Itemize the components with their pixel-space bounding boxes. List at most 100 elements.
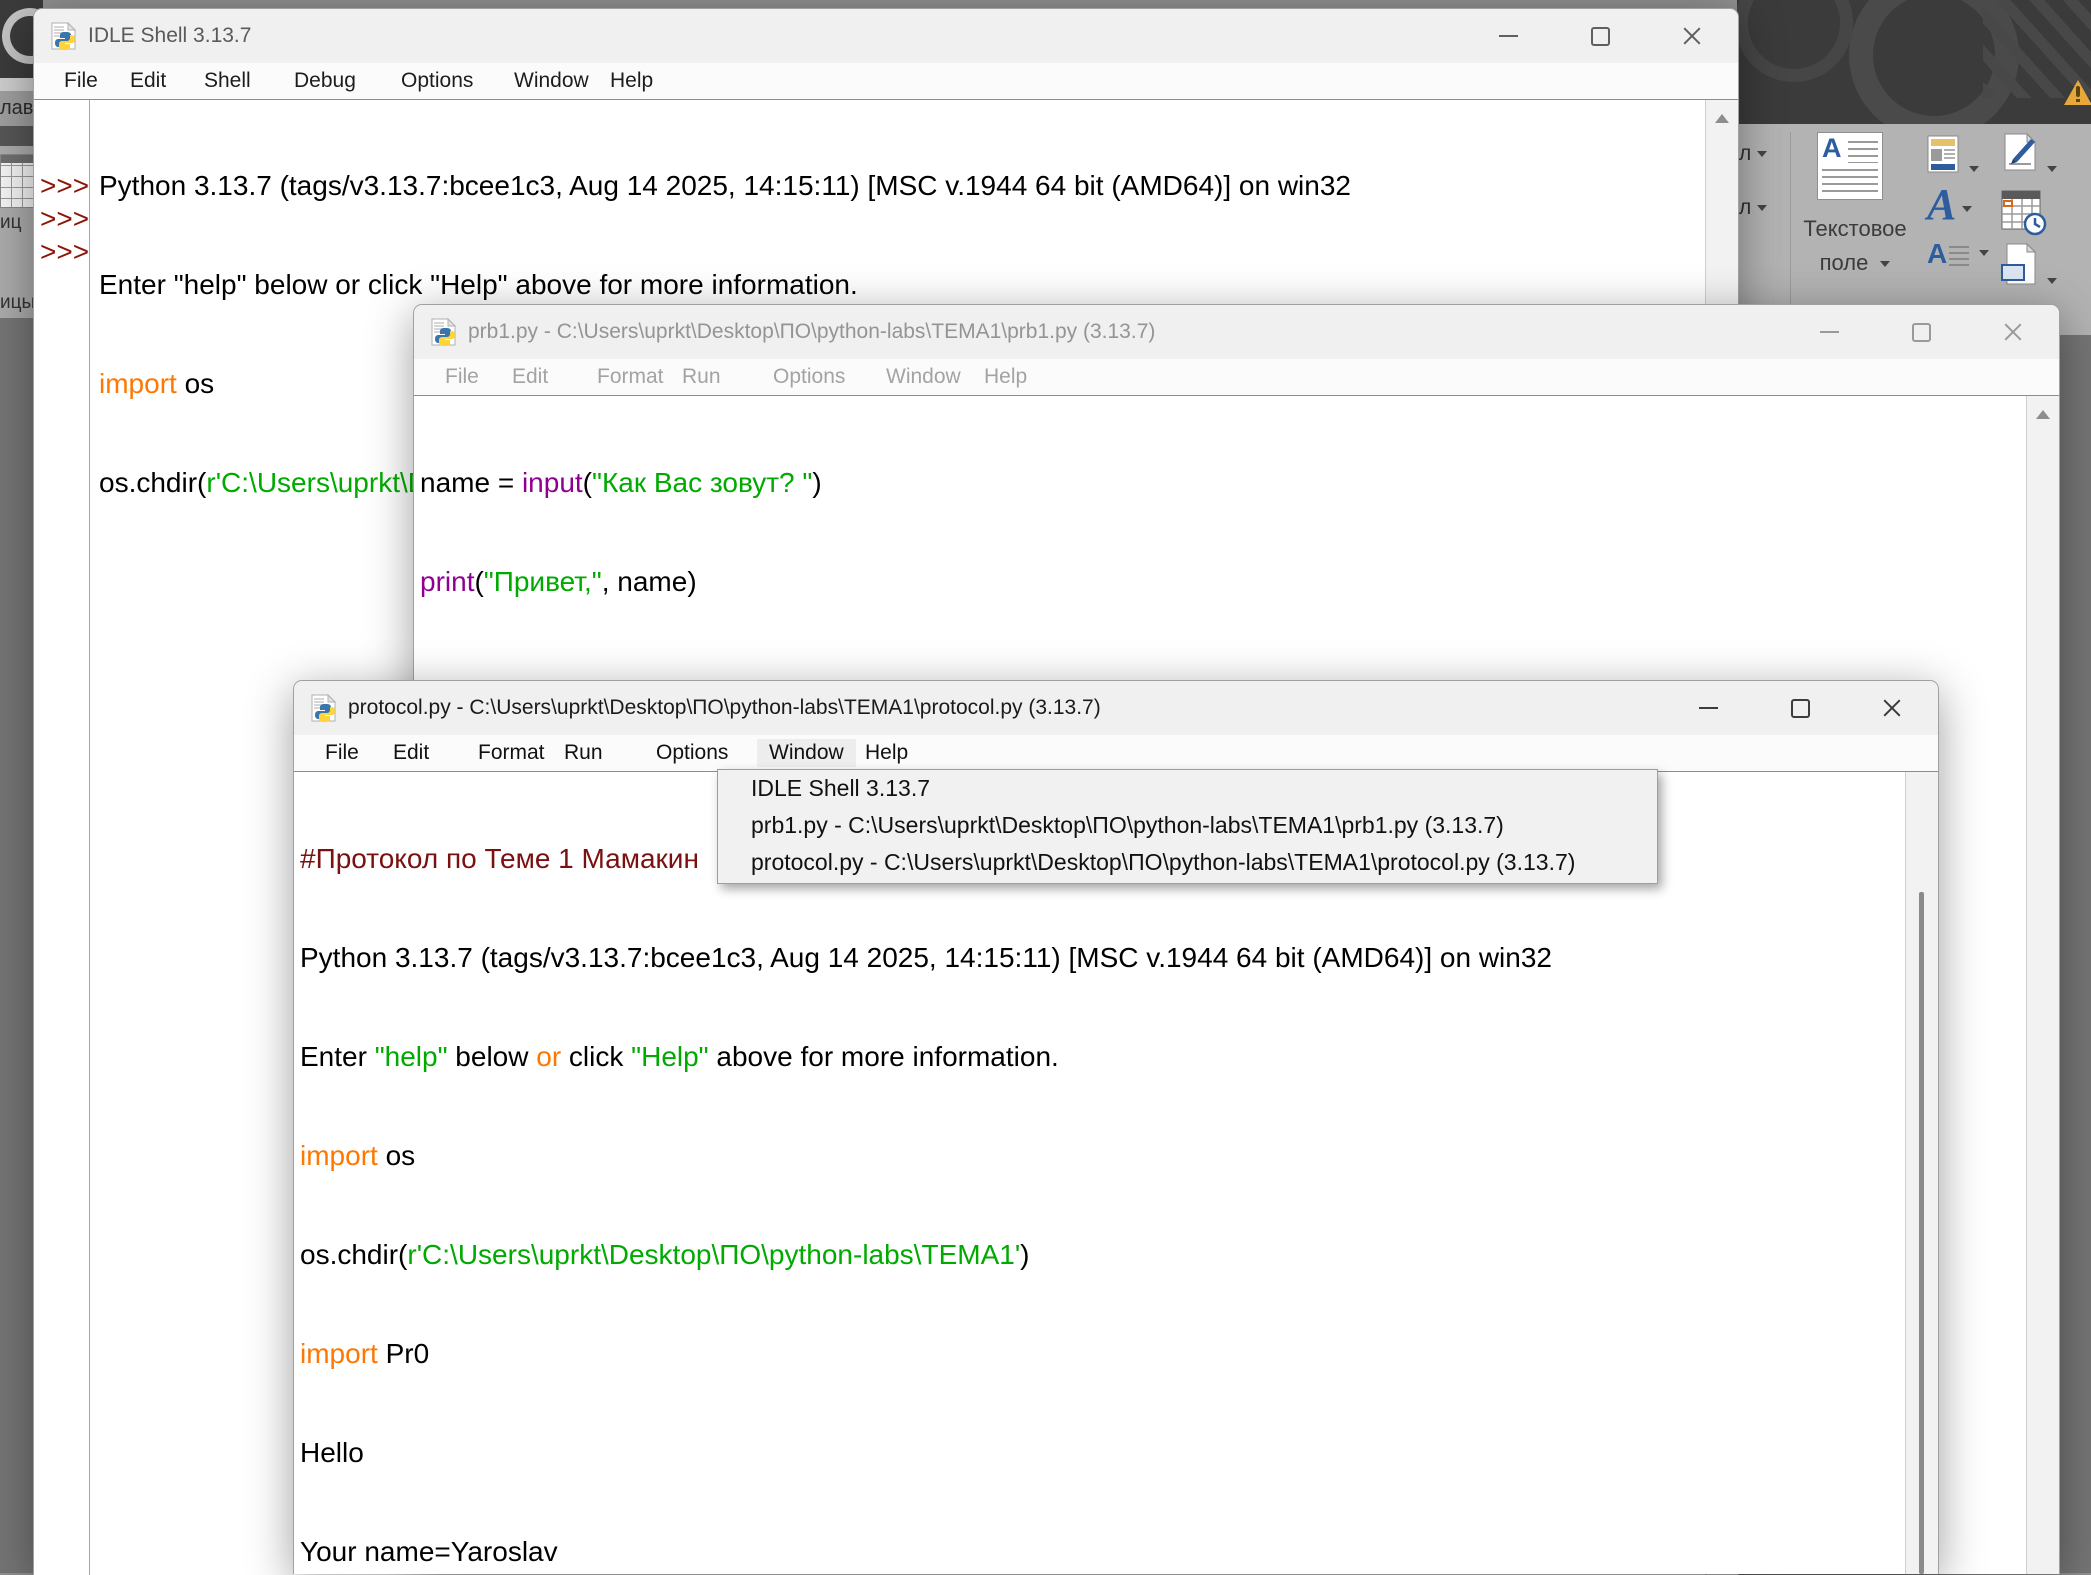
close-button[interactable] xyxy=(1967,305,2059,359)
menu-format[interactable]: Format xyxy=(597,363,664,391)
maximize-icon xyxy=(1791,699,1810,718)
prb1-menubar: File Edit Format Run Options Window Help xyxy=(414,359,2059,396)
date-time-button[interactable] xyxy=(2001,190,2047,241)
menu-shell[interactable]: Shell xyxy=(204,67,251,95)
menu-help[interactable]: Help xyxy=(984,363,1027,391)
scroll-up-arrow-icon[interactable] xyxy=(1715,114,1729,123)
prb1-titlebar[interactable]: prb1.py - C:\Users\uprkt\Desktop\ПО\pyth… xyxy=(414,305,2059,359)
text-box-label2: поле xyxy=(1799,250,1911,276)
window-menu-item-shell[interactable]: IDLE Shell 3.13.7 xyxy=(718,770,1657,807)
window-title: protocol.py - C:\Users\uprkt\Desktop\ПО\… xyxy=(348,696,1101,720)
drop-cap-button[interactable]: A xyxy=(1927,240,1977,270)
menu-help[interactable]: Help xyxy=(610,67,653,95)
chevron-down-icon xyxy=(2047,166,2057,172)
shell-menubar: File Edit Shell Debug Options Window Hel… xyxy=(34,63,1738,100)
protocol-titlebar[interactable]: protocol.py - C:\Users\uprkt\Desktop\ПО\… xyxy=(294,681,1938,735)
menu-run[interactable]: Run xyxy=(682,363,721,391)
protocol-scrollbar[interactable] xyxy=(1905,772,1938,1574)
window-title: IDLE Shell 3.13.7 xyxy=(88,24,251,48)
maximize-button[interactable] xyxy=(1754,681,1846,735)
menu-help[interactable]: Help xyxy=(865,739,908,767)
text-box-label: Текстовое xyxy=(1799,216,1911,242)
minimize-icon xyxy=(1699,707,1718,709)
stripe-ornament xyxy=(1983,0,2091,98)
text-box-button[interactable]: A Текстовое поле xyxy=(1799,128,1911,330)
menu-file[interactable]: File xyxy=(64,67,98,95)
minimize-button[interactable] xyxy=(1462,9,1554,63)
code-line: import os xyxy=(300,1139,1898,1172)
signature-line-button[interactable] xyxy=(2001,133,2057,178)
menu-run[interactable]: Run xyxy=(564,739,603,767)
menu-options[interactable]: Options xyxy=(656,739,728,767)
fragment-text: лав xyxy=(0,97,33,119)
minimize-button[interactable] xyxy=(1662,681,1754,735)
code-line: import Pr0 xyxy=(300,1337,1898,1370)
chevron-down-icon xyxy=(1757,205,1767,211)
protocol-text[interactable]: #Протокол по Теме 1 Мамакин Python 3.13.… xyxy=(300,776,1898,1574)
window-menu-item-prb1[interactable]: prb1.py - C:\Users\uprkt\Desktop\ПО\pyth… xyxy=(718,807,1657,844)
fragment-text: ицы xyxy=(0,292,35,314)
close-button[interactable] xyxy=(1846,681,1938,735)
word-dark-panel-right xyxy=(2058,335,2091,1573)
menu-debug[interactable]: Debug xyxy=(294,67,356,95)
code-line: Python 3.13.7 (tags/v3.13.7:bcee1c3, Aug… xyxy=(300,941,1898,974)
menu-file[interactable]: File xyxy=(445,363,479,391)
menu-options[interactable]: Options xyxy=(773,363,845,391)
page-layout-button[interactable] xyxy=(1927,135,1979,178)
prb1-text[interactable]: name = input("Как Вас зовут? ") print("П… xyxy=(420,400,2019,664)
menu-window-open[interactable]: Window xyxy=(757,739,856,767)
circle-ornament xyxy=(1737,0,1853,82)
shell-prompt-gutter: >>> >>> >>> xyxy=(34,100,90,1575)
close-icon xyxy=(1682,26,1702,46)
menu-window[interactable]: Window xyxy=(514,67,589,95)
code-line: name = input("Как Вас зовут? ") xyxy=(420,466,2019,499)
chevron-down-icon xyxy=(1979,250,1989,256)
maximize-button[interactable] xyxy=(1875,305,1967,359)
maximize-icon xyxy=(1912,323,1931,342)
cut-ribbon-button[interactable]: л xyxy=(1739,196,1767,220)
protocol-menubar: File Edit Format Run Options Window Help xyxy=(294,735,1938,772)
window-title: prb1.py - C:\Users\uprkt\Desktop\ПО\pyth… xyxy=(468,320,1155,344)
scroll-up-arrow-icon[interactable] xyxy=(2036,410,2050,419)
embed-object-icon xyxy=(2001,243,2041,285)
menu-edit[interactable]: Edit xyxy=(393,739,429,767)
menu-edit[interactable]: Edit xyxy=(512,363,548,391)
protocol-content[interactable]: #Протокол по Теме 1 Мамакин Python 3.13.… xyxy=(294,772,1938,1574)
menu-edit[interactable]: Edit xyxy=(130,67,166,95)
chevron-down-icon xyxy=(1962,206,1972,212)
wordart-button[interactable]: A xyxy=(1927,186,1972,224)
fragment-text: иц xyxy=(0,212,22,234)
shell-line: Enter "help" below or click "Help" above… xyxy=(99,268,1698,301)
menu-format[interactable]: Format xyxy=(478,739,545,767)
menu-options[interactable]: Options xyxy=(401,67,473,95)
signature-line-icon xyxy=(2001,133,2041,173)
page-layout-icon xyxy=(1927,135,1963,173)
code-line: Hello xyxy=(300,1436,1898,1469)
shell-titlebar[interactable]: IDLE Shell 3.13.7 xyxy=(34,9,1738,63)
scrollbar-thumb[interactable] xyxy=(1919,892,1924,1574)
maximize-button[interactable] xyxy=(1554,9,1646,63)
window-menu-dropdown: IDLE Shell 3.13.7 prb1.py - C:\Users\upr… xyxy=(717,769,1658,884)
ribbon-separator xyxy=(1790,132,1791,328)
prb1-scrollbar[interactable] xyxy=(2026,396,2059,1574)
date-time-icon xyxy=(2001,190,2047,236)
minimize-icon xyxy=(1820,331,1839,333)
chevron-down-icon xyxy=(1969,166,1979,172)
text-box-icon: A xyxy=(1817,132,1883,200)
embed-object-button[interactable] xyxy=(2001,243,2057,290)
table-icon xyxy=(0,154,36,208)
word-dark-header-right xyxy=(1737,0,2091,124)
close-icon xyxy=(1882,698,1902,718)
minimize-icon xyxy=(1499,35,1518,37)
minimize-button[interactable] xyxy=(1783,305,1875,359)
window-menu-item-protocol[interactable]: protocol.py - C:\Users\uprkt\Desktop\ПО\… xyxy=(718,844,1657,881)
close-icon xyxy=(2003,322,2023,342)
code-line: Your name=Yaroslav xyxy=(300,1535,1898,1568)
cut-ribbon-button[interactable]: л xyxy=(1739,142,1767,166)
chevron-down-icon xyxy=(2047,278,2057,284)
code-line: print("Привет,", name) xyxy=(420,565,2019,598)
chevron-down-icon xyxy=(1757,151,1767,157)
menu-file[interactable]: File xyxy=(325,739,359,767)
menu-window[interactable]: Window xyxy=(886,363,961,391)
close-button[interactable] xyxy=(1646,9,1738,63)
